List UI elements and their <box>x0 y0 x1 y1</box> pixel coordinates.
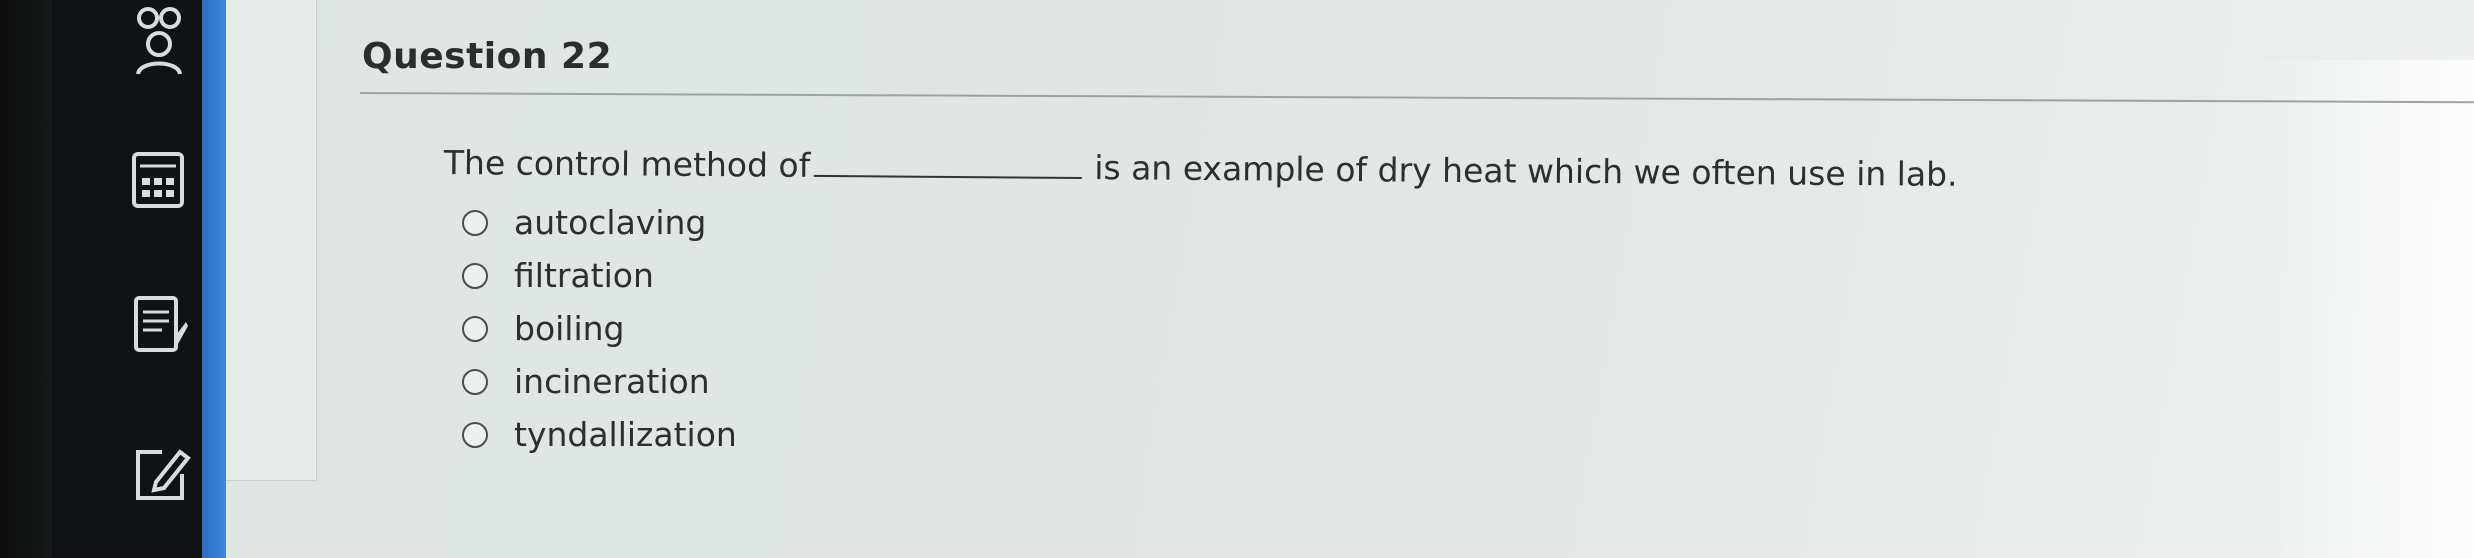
stem-after-blank: is an example of dry heat which we often… <box>1094 148 1958 194</box>
question-stem: The control method of is an example of dr… <box>444 143 1958 194</box>
radio-button[interactable] <box>462 262 488 289</box>
option-tyndallization[interactable]: tyndallization <box>462 408 737 461</box>
option-autoclaving[interactable]: autoclaving <box>462 196 737 249</box>
option-label[interactable]: tyndallization <box>514 415 737 454</box>
question-title: Question 22 <box>362 36 613 77</box>
option-boiling[interactable]: boiling <box>462 302 737 355</box>
edit-icon[interactable] <box>132 444 192 504</box>
stem-before-blank: The control method of <box>443 143 811 185</box>
radio-button[interactable] <box>462 315 488 342</box>
people-icon[interactable] <box>130 4 188 76</box>
accent-strip <box>202 0 226 558</box>
radio-button[interactable] <box>462 368 488 395</box>
tool-sidebar <box>52 0 202 558</box>
question-panel: Question 22 The control method of is an e… <box>226 0 2474 558</box>
title-divider <box>359 92 2474 104</box>
radio-button[interactable] <box>462 209 488 236</box>
option-incineration[interactable]: incineration <box>462 355 737 408</box>
option-label[interactable]: incineration <box>514 362 710 401</box>
option-label[interactable]: boiling <box>514 309 625 348</box>
answer-options: autoclaving filtration boiling incinerat… <box>462 196 737 461</box>
panel-gutter <box>226 0 317 481</box>
option-label[interactable]: autoclaving <box>514 203 706 242</box>
calculator-icon[interactable] <box>130 150 186 210</box>
screen-glare <box>2244 60 2474 558</box>
radio-button[interactable] <box>462 421 488 448</box>
notes-icon[interactable] <box>132 292 188 358</box>
option-filtration[interactable]: filtration <box>462 249 737 302</box>
screen-edge <box>0 0 52 558</box>
option-label[interactable]: filtration <box>514 256 654 295</box>
answer-blank <box>814 146 1083 180</box>
